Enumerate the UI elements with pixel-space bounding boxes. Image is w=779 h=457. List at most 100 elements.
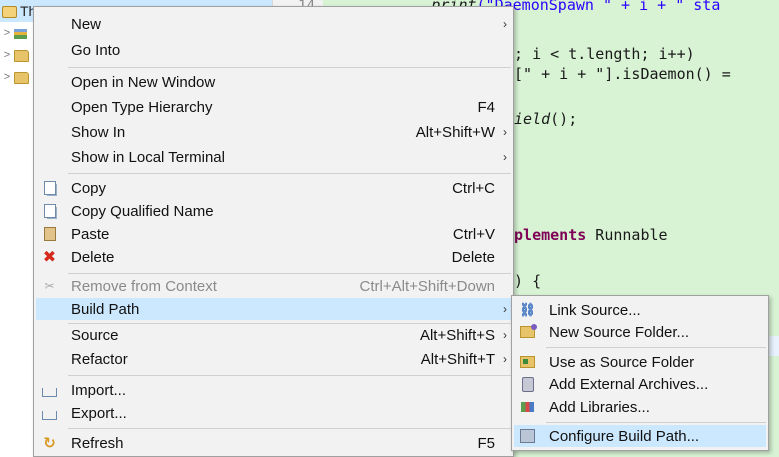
- link-source-icon: ⛓: [519, 302, 536, 317]
- link-source-icon-shape: ⛓: [519, 302, 536, 317]
- submenu-item-add-external-archives[interactable]: Add External Archives...: [514, 373, 766, 395]
- export-icon: [42, 406, 57, 420]
- code-line: t[" + i + "].isDaemon() =: [505, 65, 731, 83]
- menu-item-shortcut: Ctrl+C: [452, 179, 495, 197]
- new-source-folder-icon: [520, 324, 537, 339]
- menu-item-shortcut: Delete: [451, 248, 495, 266]
- menu-item-open-in-new-window[interactable]: Open in New Window: [36, 71, 511, 93]
- library-icon: [14, 29, 27, 39]
- import-icon: [42, 383, 57, 397]
- chevron-right-icon: ›: [503, 328, 507, 342]
- menu-item-label: Refresh: [71, 434, 124, 452]
- menu-item-new[interactable]: New ›: [36, 13, 511, 35]
- menu-item-label: Open in New Window: [71, 73, 216, 91]
- menu-item-label: Add Libraries...: [549, 398, 650, 416]
- remove-context-icon-shape: ✂: [44, 279, 55, 293]
- paste-icon-shape: [43, 227, 56, 241]
- build-path-submenu: ⛓ Link Source... New Source Folder... Use…: [511, 295, 769, 451]
- code-line: yield();: [505, 110, 577, 128]
- submenu-item-configure-build-path[interactable]: Configure Build Path...: [514, 425, 766, 447]
- menu-item-shortcut: Alt+Shift+T: [420, 350, 495, 368]
- menu-item-refresh[interactable]: ↻ Refresh F5: [36, 432, 511, 454]
- copy-qualified-name-icon: [42, 204, 57, 218]
- code-line: 0; i < t.length; i++): [505, 45, 695, 63]
- use-as-source-folder-icon-shape: [520, 356, 535, 368]
- menu-item-delete[interactable]: ✖ Delete Delete: [36, 246, 511, 268]
- menu-item-shortcut: Ctrl+Alt+Shift+Down: [359, 277, 495, 295]
- menu-separator: [546, 422, 766, 423]
- menu-separator: [68, 375, 511, 376]
- menu-separator: [68, 173, 511, 174]
- menu-item-label: Import...: [71, 381, 127, 399]
- submenu-item-add-libraries[interactable]: Add Libraries...: [514, 396, 766, 418]
- menu-item-copy-qualified-name[interactable]: Copy Qualified Name: [36, 200, 511, 222]
- menu-item-import[interactable]: Import...: [36, 379, 511, 401]
- submenu-item-new-source-folder[interactable]: New Source Folder...: [514, 321, 766, 343]
- menu-item-export[interactable]: Export...: [36, 402, 511, 424]
- menu-item-go-into[interactable]: Go Into: [36, 39, 511, 61]
- menu-item-label: Copy Qualified Name: [71, 202, 214, 220]
- submenu-item-use-as-source-folder[interactable]: Use as Source Folder: [514, 351, 766, 373]
- paste-icon: [42, 227, 57, 241]
- menu-item-show-in-local-terminal[interactable]: Show in Local Terminal ›: [36, 146, 511, 168]
- menu-item-show-in[interactable]: Show In Alt+Shift+W ›: [36, 121, 511, 143]
- delete-icon: ✖: [42, 249, 57, 266]
- copy-icon: [42, 181, 57, 195]
- menu-item-label: Add External Archives...: [549, 375, 709, 393]
- code-token: 0; i < t.length; i++): [505, 45, 695, 63]
- new-source-folder-icon-shape: [520, 324, 537, 338]
- code-token: ();: [550, 110, 578, 128]
- menu-item-shortcut: Alt+Shift+W: [415, 123, 495, 141]
- menu-item-label: Remove from Context: [71, 277, 217, 295]
- menu-item-source[interactable]: Source Alt+Shift+S ›: [36, 324, 511, 346]
- libraries-icon: [520, 400, 535, 414]
- copy-qualified-name-icon-shape: [43, 204, 56, 218]
- code-line: mplements Runnable: [505, 226, 668, 244]
- export-icon-shape: [42, 410, 57, 420]
- libraries-icon-shape: [521, 402, 534, 412]
- menu-item-label: Paste: [71, 225, 110, 243]
- code-token: Runnable: [586, 226, 668, 244]
- copy-icon-shape: [43, 181, 56, 195]
- submenu-item-link-source[interactable]: ⛓ Link Source...: [514, 299, 766, 321]
- menu-item-label: Delete: [71, 248, 115, 266]
- menu-item-label: Build Path: [71, 300, 140, 318]
- menu-separator: [68, 273, 511, 274]
- menu-item-paste[interactable]: Paste Ctrl+V: [36, 223, 511, 245]
- menu-item-refactor[interactable]: Refactor Alt+Shift+T ›: [36, 348, 511, 370]
- menu-item-shortcut: Alt+Shift+S: [419, 326, 495, 344]
- chevron-right-icon: ›: [503, 150, 507, 164]
- jar-archive-icon: [520, 376, 535, 392]
- menu-item-open-type-hierarchy[interactable]: Open Type Hierarchy F4: [36, 96, 511, 118]
- chevron-right-icon[interactable]: >: [0, 71, 14, 83]
- menu-item-label: Refactor: [71, 350, 128, 368]
- menu-separator: [546, 347, 766, 348]
- chevron-right-icon: ›: [503, 125, 507, 139]
- jar-archive-icon-shape: [521, 376, 534, 392]
- refresh-icon: ↻: [42, 435, 57, 452]
- configure-build-path-icon-shape: [520, 429, 535, 443]
- chevron-right-icon[interactable]: >: [0, 27, 14, 39]
- menu-item-label: Show in Local Terminal: [71, 148, 225, 166]
- folder-icon: [14, 50, 29, 62]
- menu-item-build-path[interactable]: Build Path ›: [36, 298, 511, 320]
- context-menu: New › Go Into Open in New Window Open Typ…: [33, 6, 514, 457]
- chevron-right-icon: ›: [503, 352, 507, 366]
- project-icon: [2, 6, 17, 18]
- delete-icon-shape: ✖: [42, 249, 57, 266]
- menu-item-shortcut: Ctrl+V: [452, 225, 495, 243]
- chevron-right-icon[interactable]: >: [0, 49, 14, 61]
- code-token: mplements: [505, 226, 587, 244]
- menu-separator: [68, 428, 511, 429]
- menu-item-copy[interactable]: Copy Ctrl+C: [36, 177, 511, 199]
- menu-item-label: Open Type Hierarchy: [71, 98, 213, 116]
- chevron-right-icon: ›: [503, 17, 507, 31]
- configure-build-path-icon: [520, 429, 535, 443]
- menu-item-shortcut: F4: [477, 98, 495, 116]
- menu-item-label: Link Source...: [549, 301, 641, 319]
- menu-item-label: Export...: [71, 404, 127, 422]
- remove-context-icon: ✂: [42, 279, 57, 293]
- menu-item-label: Go Into: [71, 41, 121, 59]
- use-as-source-folder-icon: [520, 355, 535, 369]
- menu-item-label: New: [71, 15, 102, 33]
